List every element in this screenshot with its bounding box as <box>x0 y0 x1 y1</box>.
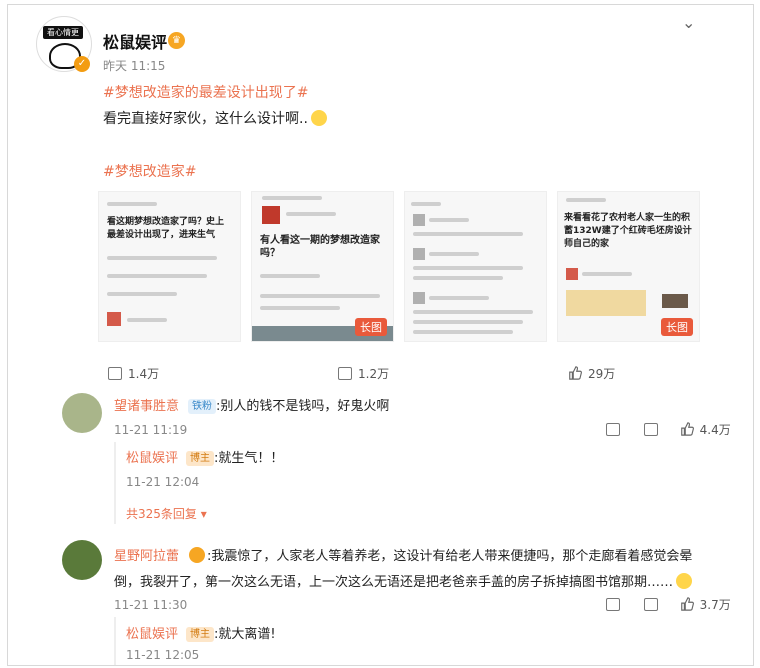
like-icon[interactable] <box>680 597 694 611</box>
comment-action[interactable]: 1.2万 <box>338 365 389 382</box>
avatar-tag: 看心情更 <box>43 26 83 39</box>
blogger-badge: 博主 <box>186 451 214 466</box>
crown-emoji-icon <box>189 547 205 563</box>
crown-badge-icon: ♛ <box>168 32 185 49</box>
emoji-icon <box>676 573 693 589</box>
comment-author[interactable]: 望诸事胜意 <box>114 395 179 414</box>
share-icon[interactable] <box>606 598 620 611</box>
fan-badge: 铁粉 <box>188 399 216 414</box>
post-topic-2[interactable]: #梦想改造家# <box>103 161 196 181</box>
blogger-badge: 博主 <box>186 627 214 642</box>
like-count: 3.7万 <box>699 598 731 612</box>
post-image-3[interactable] <box>404 191 547 342</box>
comment-author[interactable]: 星野阿拉蕾 <box>114 545 179 564</box>
comment-actions: 3.7万 <box>606 596 731 613</box>
comment-text-line2: 倒，我裂开了，第一次这么无语，上一次这么无语还是把老爸亲手盖的房子拆掉搞图书馆那… <box>114 571 693 590</box>
reply-time: 11-21 12:04 <box>126 475 200 489</box>
comment-time: 11-21 11:30 <box>114 598 188 612</box>
post-time: 昨天 11:15 <box>103 59 166 73</box>
comment-text-line1: :我震惊了，人家老人等着养老，这设计有给老人带来便捷吗，那个走廊看着感觉会晕 <box>189 545 692 564</box>
long-image-badge: 长图 <box>355 318 387 336</box>
share-action[interactable]: 1.4万 <box>108 365 159 382</box>
more-replies-link[interactable]: 共325条回复 ▾ <box>126 505 207 522</box>
share-icon[interactable] <box>606 423 620 436</box>
post-text: 看完直接好家伙，这什么设计啊.. <box>103 108 327 128</box>
comment-icon[interactable] <box>643 598 658 611</box>
like-icon <box>569 366 582 380</box>
thumb-heading: 来看看花了农村老人家一生的积蓄132W建了个红砖毛坯房设计师自己的家 <box>564 213 692 249</box>
like-count: 4.4万 <box>699 423 731 437</box>
like-icon[interactable] <box>680 422 694 436</box>
emoji-icon <box>310 110 327 126</box>
post-image-4[interactable]: 来看看花了农村老人家一生的积蓄132W建了个红砖毛坯房设计师自己的家 长图 <box>557 191 700 342</box>
comment-text: 铁粉:别人的钱不是钱吗，好鬼火啊 <box>188 395 389 414</box>
chevron-down-icon[interactable]: ⌄ <box>682 13 695 32</box>
post-image-1[interactable]: 看这期梦想改造家了吗？史上最差设计出现了，进来生气 <box>98 191 241 342</box>
comment-icon <box>338 367 352 380</box>
post-topic-1[interactable]: #梦想改造家的最差设计出现了# <box>103 82 308 102</box>
verified-badge-icon: ✓ <box>74 56 90 72</box>
thumb-heading: 看这期梦想改造家了吗？史上最差设计出现了，进来生气 <box>107 217 225 240</box>
triangle-down-icon: ▾ <box>200 507 207 521</box>
reply-author[interactable]: 松鼠娱评 <box>126 623 178 642</box>
long-image-badge: 长图 <box>661 318 693 336</box>
thumb-heading: 有人看这一期的梦想改造家吗？ <box>260 235 380 259</box>
commenter-avatar[interactable] <box>62 540 102 580</box>
weibo-post-card: 看心情更 ✓ 松鼠娱评 ♛ 昨天 11:15 ⌄ #梦想改造家的最差设计出现了#… <box>7 4 754 666</box>
comment-icon[interactable] <box>643 423 658 436</box>
comment-time: 11-21 11:19 <box>114 423 188 437</box>
like-action[interactable]: 29万 <box>568 365 615 382</box>
reply-text: 博主:就生气！！ <box>186 447 283 466</box>
reply-text: 博主:就大离谱! <box>186 623 276 642</box>
commenter-avatar[interactable] <box>62 393 102 433</box>
share-icon <box>108 367 122 380</box>
reply-time: 11-21 12:05 <box>126 648 200 662</box>
comment-actions: 4.4万 <box>606 421 731 438</box>
post-author-name[interactable]: 松鼠娱评 <box>103 29 167 53</box>
post-image-2[interactable]: 有人看这一期的梦想改造家吗？ 长图 <box>251 191 394 342</box>
reply-author[interactable]: 松鼠娱评 <box>126 447 178 466</box>
